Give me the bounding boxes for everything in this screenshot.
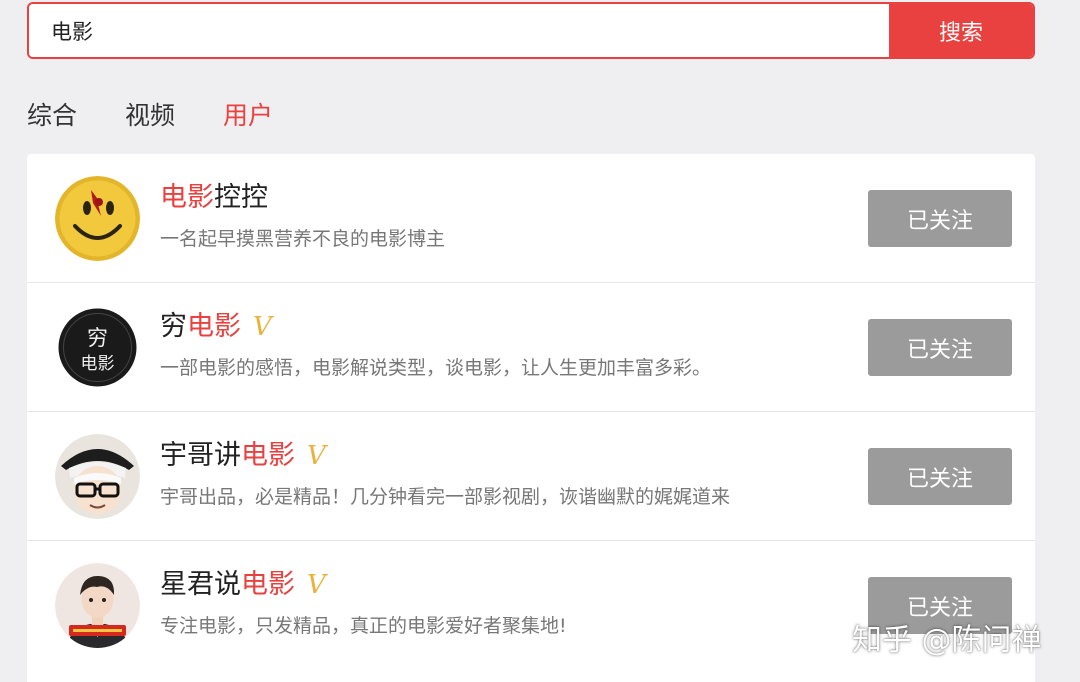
followed-button[interactable]: 已关注 [868,448,1012,505]
user-list: 电影 控控 一名起早摸黑营养不良的电影博主 已关注 穷 电影 穷电影 V 一部电影的… [27,154,1035,682]
user-description: 专注电影，只发精品，真正的电影爱好者聚集地! [160,615,567,637]
user-item[interactable]: 穷 电影 穷电影 V 一部电影的感悟，电影解说类型，谈电影，让人生更加丰富多彩。 … [27,283,1035,412]
verified-v-icon: V [307,570,326,600]
cartoon-man-suit-avatar[interactable] [55,563,140,648]
user-description: 一名起早摸黑营养不良的电影博主 [160,228,446,250]
name-prefix: 穷 [160,311,187,342]
tab-bar: 综合 视频 用户 [27,98,321,134]
tab-general[interactable]: 综合 [27,98,77,134]
user-name[interactable]: 星君说 电影 V [160,565,326,605]
name-highlight: 电影 [241,440,295,471]
user-name[interactable]: 穷电影 V [160,307,272,347]
avatar-text-top: 穷 [87,326,108,350]
smiley-face-avatar[interactable] [55,176,140,261]
user-description: 宇哥出品，必是精品！几分钟看完一部影视剧，诙谐幽默的娓娓道来 [160,486,731,508]
followed-button[interactable]: 已关注 [868,190,1012,247]
name-prefix: 星君说 [160,569,241,600]
watermark: 知乎 @陈问禅 [852,623,1042,658]
tab-videos[interactable]: 视频 [125,98,175,134]
search-button[interactable]: 搜索 [889,4,1033,57]
user-description: 一部电影的感悟，电影解说类型，谈电影，让人生更加丰富多彩。 [160,357,712,379]
name-prefix: 宇哥讲 [160,440,241,471]
search-input[interactable] [29,4,889,57]
calligraphy-logo-avatar[interactable]: 穷 电影 [55,305,140,390]
user-item[interactable]: 电影 控控 一名起早摸黑营养不良的电影博主 已关注 [27,154,1035,283]
cartoon-man-glasses-avatar[interactable] [55,434,140,519]
avatar-text-bottom: 电影 [81,354,115,374]
search-bar: 搜索 [27,2,1035,59]
name-highlight: 电影 [187,311,241,342]
name-highlight: 电影 [160,182,214,213]
verified-v-icon: V [307,441,326,471]
name-highlight: 电影 [241,569,295,600]
user-name[interactable]: 电影 控控 [160,178,268,218]
tab-users[interactable]: 用户 [223,98,273,134]
followed-button[interactable]: 已关注 [868,319,1012,376]
user-item[interactable]: 宇哥讲 电影 V 宇哥出品，必是精品！几分钟看完一部影视剧，诙谐幽默的娓娓道来 已关… [27,412,1035,541]
verified-v-icon: V [253,312,272,342]
name-rest: 控控 [214,182,268,213]
user-name[interactable]: 宇哥讲 电影 V [160,436,326,476]
